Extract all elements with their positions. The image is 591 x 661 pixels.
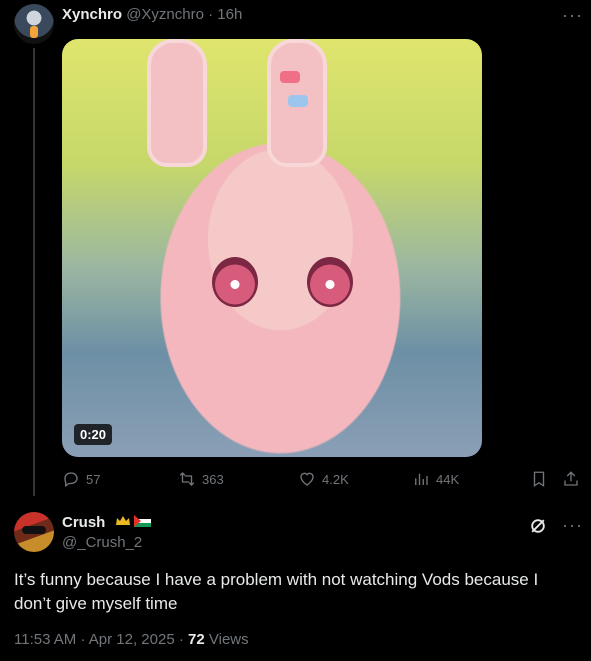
tweet-time[interactable]: 16h [217,6,242,23]
character-eye-right [307,257,353,307]
repost-icon [179,472,195,486]
bunny-ear-left [147,39,207,167]
video-player[interactable]: 0:20 [62,39,482,457]
share-button[interactable] [562,470,580,488]
crown-emoji-icon [115,516,130,526]
video-duration: 0:20 [74,424,113,445]
bookmark-icon [533,471,545,488]
share-icon [564,471,578,486]
reply-time[interactable]: 11:53 AM [14,631,76,648]
profile-flags [114,514,152,532]
views-label: Views [208,631,249,648]
author-handle[interactable]: @Xyznchro [126,6,204,23]
reply-date[interactable]: Apr 12, 2025 [89,631,175,648]
reply-icon [64,472,78,488]
repost-button[interactable]: 363 [178,470,224,488]
reply-text: It’s funny because I have a problem with… [14,570,539,613]
views-count: 72 [188,631,205,648]
views-button[interactable]: 44K [412,470,459,488]
avatar[interactable] [14,512,54,552]
reply-meta: 11:53 AM · Apr 12, 2025 · 72 Views [14,631,249,648]
grok-icon[interactable] [528,516,548,536]
tweet-header: Xynchro @Xyznchro · 16h [62,6,243,23]
author-name[interactable]: Xynchro [62,6,122,23]
more-options-button[interactable]: ··· [562,516,583,534]
character-eye-left [212,257,258,307]
like-button[interactable]: 4.2K [298,470,349,488]
analytics-icon [415,473,428,485]
thread-line [33,48,35,496]
reply-button[interactable]: 57 [62,470,100,488]
heart-icon [300,472,314,486]
author-name[interactable]: Crush [62,514,105,531]
author-handle[interactable]: @_Crush_2 [62,534,142,551]
reply-header: Crush [62,514,152,532]
avatar[interactable] [14,4,54,44]
tweet-actions: 57 363 4.2K 44K [62,470,584,492]
bookmark-button[interactable] [530,470,548,488]
more-options-button[interactable]: ··· [562,6,583,24]
